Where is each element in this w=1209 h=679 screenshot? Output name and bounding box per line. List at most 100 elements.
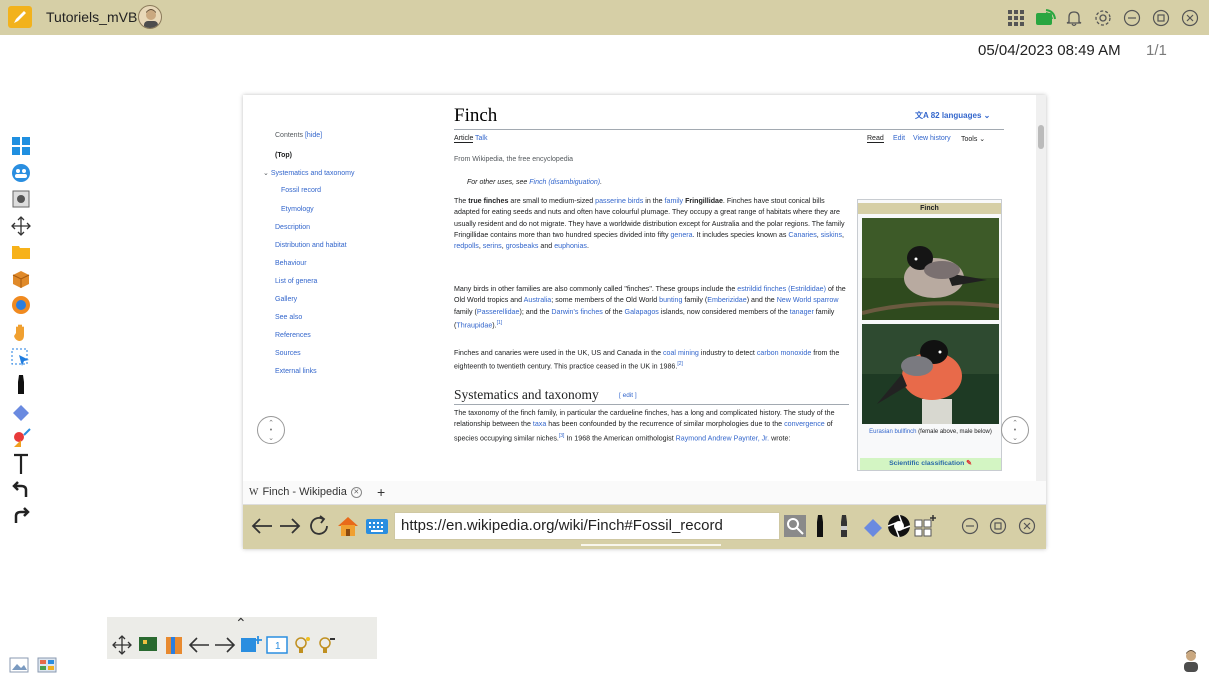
home-icon[interactable] [335, 513, 361, 539]
scroll-right-button[interactable]: ⌃ • ⌄ [1001, 416, 1029, 444]
close-icon[interactable] [1016, 513, 1038, 539]
link-bunting[interactable]: bunting [659, 296, 682, 304]
toc-item-list-of-genera[interactable]: List of genera [275, 278, 317, 285]
toc-item-top[interactable]: (Top) [275, 152, 292, 159]
bulb-icon[interactable] [291, 634, 313, 656]
minimize-icon[interactable] [959, 513, 981, 539]
restore-icon[interactable] [1150, 7, 1172, 29]
link-estrildid[interactable]: estrildid finches (Estrildidae) [737, 285, 826, 293]
toc-item-etymology[interactable]: Etymology [281, 206, 314, 213]
tab-edit[interactable]: Edit [893, 135, 905, 142]
search-icon[interactable] [783, 513, 807, 539]
keyboard-icon[interactable] [364, 513, 390, 539]
tab-article[interactable]: Article [454, 135, 474, 143]
image-icon[interactable] [9, 656, 29, 679]
toc-item-fossil-record[interactable]: Fossil record [281, 187, 321, 194]
link-darwins-finches[interactable]: Darwin's finches [551, 308, 602, 316]
toc-item-see-also[interactable]: See also [275, 314, 302, 321]
move-icon[interactable] [8, 213, 34, 240]
scrollbar[interactable] [1036, 95, 1046, 481]
link-emberizidae[interactable]: Emberizidae [707, 296, 746, 304]
redo-icon[interactable] [8, 504, 34, 531]
link-coal-mining[interactable]: coal mining [663, 349, 699, 357]
app-pencil-icon[interactable] [8, 6, 32, 28]
resize-handle[interactable] [581, 544, 721, 546]
highlighter-icon[interactable] [835, 513, 853, 539]
board-icon[interactable] [137, 634, 159, 656]
browser-tab[interactable]: W Finch - Wikipedia ✕ [249, 486, 362, 498]
tab-view-history[interactable]: View history [913, 135, 951, 142]
link-paynter[interactable]: Raymond Andrew Paynter, Jr. [676, 434, 769, 442]
link-passerine[interactable]: passerine birds [595, 197, 643, 205]
settings-icon[interactable] [1092, 7, 1114, 29]
users-icon[interactable] [8, 160, 34, 187]
section-edit-link[interactable]: [ edit ] [619, 392, 637, 399]
forward-arrow-icon[interactable] [277, 513, 303, 539]
back-arrow-icon[interactable] [249, 513, 275, 539]
bell-icon[interactable] [1063, 7, 1085, 29]
grid-icon[interactable] [1005, 7, 1027, 29]
move-icon[interactable] [111, 634, 133, 656]
shapes-icon[interactable] [8, 425, 34, 452]
select-icon[interactable] [8, 345, 34, 372]
toc-item-references[interactable]: References [275, 332, 311, 339]
link-grosbeaks[interactable]: grosbeaks [506, 242, 539, 250]
eraser-icon[interactable] [861, 513, 885, 539]
hand-icon[interactable] [8, 319, 34, 346]
refresh-icon[interactable] [306, 513, 332, 539]
link-galapagos[interactable]: Galapagos [625, 308, 659, 316]
cast-icon[interactable] [1034, 7, 1056, 29]
undo-icon[interactable] [8, 478, 34, 505]
tab-read[interactable]: Read [867, 135, 884, 143]
chevron-up-icon[interactable]: ⌃ [235, 615, 247, 632]
citation-2[interactable]: [2] [677, 361, 683, 367]
link-thraupidae[interactable]: Thraupidae [456, 321, 492, 329]
forward-arrow-icon[interactable] [213, 634, 237, 656]
link-australia[interactable]: Australia [524, 296, 552, 304]
text-icon[interactable] [8, 451, 34, 478]
toc-item-distribution[interactable]: Distribution and habitat [275, 242, 347, 249]
toc-item-gallery[interactable]: Gallery [275, 296, 297, 303]
new-tab-button[interactable]: + [377, 484, 385, 500]
browser-icon[interactable] [8, 292, 34, 319]
add-page-icon[interactable] [239, 634, 263, 656]
link-convergence[interactable]: convergence [784, 420, 825, 428]
add-grid-icon[interactable] [913, 513, 937, 539]
back-arrow-icon[interactable] [187, 634, 211, 656]
url-input[interactable]: https://en.wikipedia.org/wiki/Finch#Foss… [394, 512, 780, 540]
toc-item-description[interactable]: Description [275, 224, 310, 231]
link-canaries[interactable]: Canaries [788, 231, 816, 239]
link-taxa[interactable]: taxa [533, 420, 546, 428]
toc-item-behaviour[interactable]: Behaviour [275, 260, 307, 267]
tab-tools[interactable]: Tools ⌄ [961, 135, 985, 143]
bullfinch-female-image[interactable] [862, 218, 999, 320]
user-avatar[interactable] [1181, 648, 1201, 677]
folder-icon[interactable] [8, 239, 34, 266]
link-family[interactable]: family [665, 197, 684, 205]
marker-icon[interactable] [8, 372, 34, 399]
link-siskins[interactable]: siskins [821, 231, 842, 239]
gallery-icon[interactable] [37, 656, 57, 679]
eraser-icon[interactable] [8, 398, 34, 425]
user-avatar[interactable] [138, 5, 162, 29]
book-icon[interactable] [163, 634, 185, 656]
box-icon[interactable] [8, 266, 34, 293]
restore-icon[interactable] [987, 513, 1009, 539]
toc-item-systematics[interactable]: ⌄ Systematics and taxonomy [263, 169, 354, 177]
webpage[interactable]: Contents [hide] (Top) ⌄ Systematics and … [243, 95, 1046, 481]
tab-talk[interactable]: Talk [475, 135, 487, 142]
close-icon[interactable] [1179, 7, 1201, 29]
aperture-icon[interactable] [887, 513, 911, 539]
toc-item-sources[interactable]: Sources [275, 350, 301, 357]
link-genera[interactable]: genera [670, 231, 692, 239]
bullfinch-male-image[interactable] [862, 324, 999, 424]
languages-button[interactable]: 文A 82 languages ⌄ [915, 110, 990, 121]
toc-hide-link[interactable]: [hide] [305, 132, 322, 139]
link-redpolls[interactable]: redpolls [454, 242, 479, 250]
link-carbon-monoxide[interactable]: carbon monoxide [757, 349, 811, 357]
scientific-classification[interactable]: Scientific classification ✎ [860, 458, 1001, 470]
bulb-settings-icon[interactable] [315, 634, 337, 656]
marker-icon[interactable] [811, 513, 829, 539]
link-eurasian-bullfinch[interactable]: Eurasian bullfinch [869, 429, 916, 435]
hatnote-link[interactable]: Finch (disambiguation) [529, 179, 600, 186]
